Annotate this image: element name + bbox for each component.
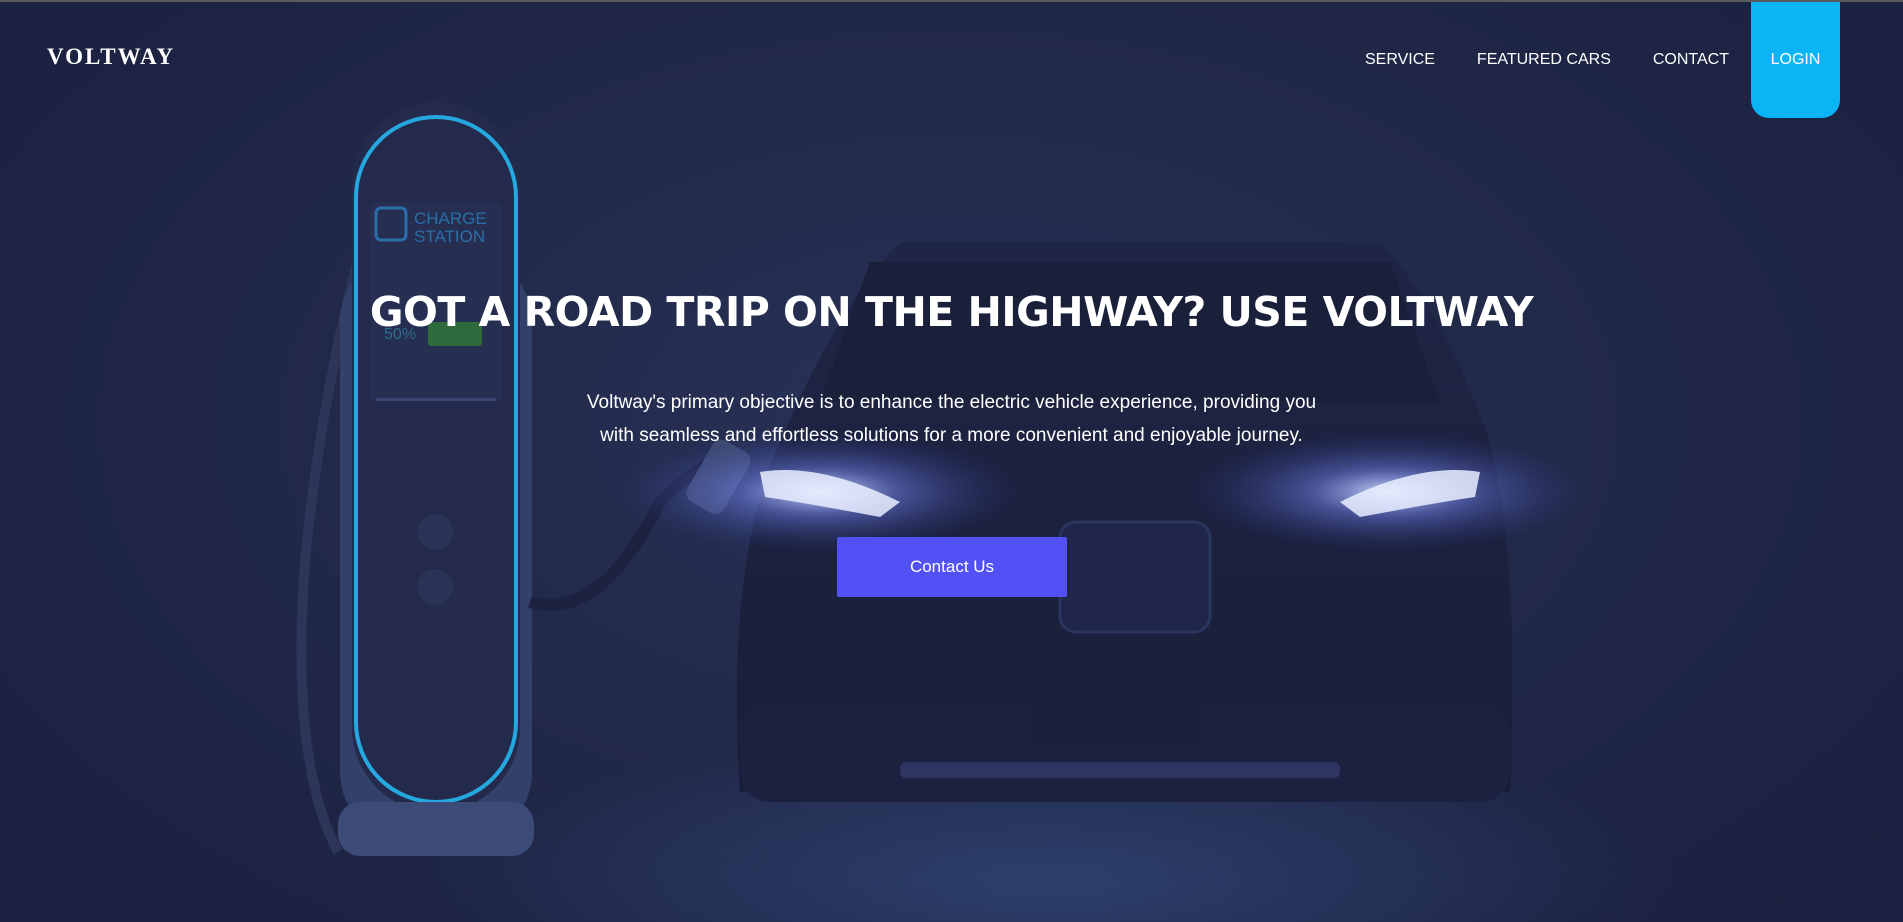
hero-headline: GOT A ROAD TRIP ON THE HIGHWAY? USE VOLT… xyxy=(369,288,1534,336)
main-nav: SERVICE FEATURED CARS CONTACT LOGIN xyxy=(1365,2,1840,120)
hero-background-illustration: CHARGE STATION 50% xyxy=(296,102,1590,856)
hero-section: CHARGE STATION 50% VOLTWAY SERVICE FEATU… xyxy=(0,0,1903,922)
nav-link-contact[interactable]: CONTACT xyxy=(1653,51,1729,69)
brand-logo[interactable]: VOLTWAY xyxy=(47,44,175,70)
nav-link-service[interactable]: SERVICE xyxy=(1365,51,1435,69)
nav-link-featured-cars[interactable]: FEATURED CARS xyxy=(1477,51,1611,69)
hero-description: Voltway's primary objective is to enhanc… xyxy=(586,392,1317,446)
login-button[interactable]: LOGIN xyxy=(1751,2,1840,118)
contact-us-button[interactable]: Contact Us xyxy=(837,537,1067,597)
station-label-line2: STATION xyxy=(414,227,485,246)
station-label-line1: CHARGE xyxy=(414,209,487,228)
